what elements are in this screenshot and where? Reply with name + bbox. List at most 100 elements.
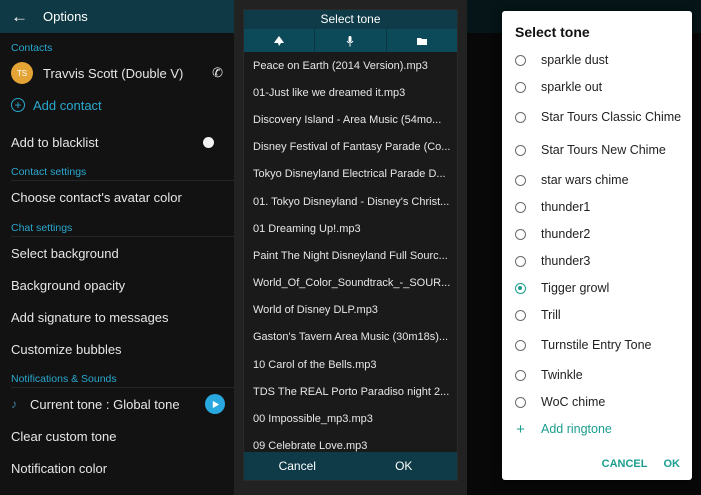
divider (11, 180, 234, 181)
ringtone-option-label: Trill (541, 308, 561, 322)
ringtone-option[interactable]: thunder3 (502, 248, 692, 275)
phone-icon[interactable]: ✆ (212, 65, 223, 81)
ringtone-option-label: Star Tours New Chime (541, 143, 666, 157)
ringtone-option-label: sparkle dust (541, 53, 609, 67)
tone-file-item[interactable]: Tokyo Disneyland Electrical Parade D... (244, 161, 457, 188)
radio-icon[interactable] (515, 55, 526, 66)
tab-bell[interactable] (244, 29, 316, 52)
tone-source-tabs (244, 29, 457, 52)
ringtone-option[interactable]: Twinkle (502, 362, 692, 389)
ok-button[interactable]: OK (664, 458, 681, 470)
ringtone-option[interactable]: WoC chime (502, 389, 692, 416)
ringtone-option[interactable]: thunder2 (502, 221, 692, 248)
tab-mic[interactable] (315, 29, 387, 52)
contact-name: Travvis Scott (Double V) (43, 65, 184, 81)
tone-picker-title: Select tone (244, 10, 457, 29)
select-background-label: Select background (11, 245, 119, 261)
ringtone-panel: Select tone sparkle dust sparkle out Star … (467, 0, 701, 495)
contact-row[interactable]: TS Travvis Scott (Double V) ✆ (0, 61, 234, 85)
ringtone-option[interactable]: Trill (502, 302, 692, 329)
ringtone-option[interactable]: sparkle out (502, 74, 692, 101)
ringtone-option[interactable]: Turnstile Entry Tone (502, 329, 692, 362)
ringtone-option[interactable]: Star Tours New Chime (502, 134, 692, 167)
ringtone-dialog-title: Select tone (515, 24, 590, 40)
play-icon[interactable] (205, 394, 225, 414)
ringtone-option[interactable]: star wars chime (502, 167, 692, 194)
tone-file-item[interactable]: World of Disney DLP.mp3 (244, 297, 457, 324)
add-ringtone-label: Add ringtone (541, 422, 612, 436)
tone-file-item[interactable]: 01 Dreaming Up!.mp3 (244, 215, 457, 242)
radio-icon[interactable] (515, 145, 526, 156)
avatar-color-label: Choose contact's avatar color (11, 189, 182, 205)
clear-tone-row[interactable]: Clear custom tone (0, 427, 234, 445)
add-signature-row[interactable]: Add signature to messages (0, 308, 234, 326)
tone-file-item[interactable]: Disney Festival of Fantasy Parade (Co... (244, 134, 457, 161)
ringtone-option[interactable]: thunder1 (502, 194, 692, 221)
add-contact-label: Add contact (33, 97, 102, 113)
tone-file-item[interactable]: Discovery Island - Area Music (54mo... (244, 106, 457, 133)
notification-color-row[interactable]: Notification color (0, 459, 234, 477)
radio-icon[interactable] (515, 112, 526, 123)
tab-folder[interactable] (387, 29, 457, 52)
radio-icon[interactable] (515, 256, 526, 267)
clear-tone-label: Clear custom tone (11, 428, 117, 444)
avatar-color-row[interactable]: Choose contact's avatar color (0, 188, 234, 206)
radio-icon[interactable] (515, 202, 526, 213)
radio-icon[interactable] (515, 82, 526, 93)
ringtone-list: sparkle dust sparkle out Star Tours Classi… (502, 47, 692, 443)
radio-icon[interactable] (515, 370, 526, 381)
ringtone-option-label: star wars chime (541, 173, 629, 187)
background-opacity-label: Background opacity (11, 277, 126, 293)
ringtone-option-label: Tigger growl (541, 281, 610, 295)
chat-settings-header: Chat settings (11, 222, 73, 234)
blacklist-row[interactable]: Add to blacklist (0, 133, 234, 151)
radio-icon[interactable] (515, 340, 526, 351)
ringtone-option[interactable]: sparkle dust (502, 47, 692, 74)
ringtone-option-label: sparkle out (541, 80, 603, 94)
tone-file-item[interactable]: 10 Carol of the Bells.mp3 (244, 351, 457, 378)
ringtone-option-label: thunder1 (541, 200, 591, 214)
back-arrow-icon[interactable]: ← (11, 7, 31, 27)
tone-picker-buttons: Cancel OK (244, 452, 457, 480)
tone-file-item[interactable]: Gaston's Tavern Area Music (30m18s)... (244, 324, 457, 351)
ringtone-option-label: thunder3 (541, 254, 591, 268)
ringtone-option[interactable]: Tigger growl (502, 275, 692, 302)
cancel-button[interactable]: CANCEL (602, 458, 648, 470)
tone-file-list[interactable]: Peace on Earth (2014 Version).mp3 01-Just… (244, 52, 457, 455)
ringtone-option-label: WoC chime (541, 395, 606, 409)
radio-icon[interactable] (515, 397, 526, 408)
ok-button[interactable]: OK (351, 452, 458, 480)
background-opacity-row[interactable]: Background opacity (0, 276, 234, 294)
tone-file-item[interactable]: 00 Impossible_mp3.mp3 (244, 405, 457, 432)
current-tone-row[interactable]: ♪ Current tone : Global tone (0, 393, 234, 415)
divider (11, 387, 234, 388)
music-note-icon: ♪ (11, 397, 17, 411)
current-tone-label: Current tone : Global tone (30, 396, 180, 412)
customize-bubbles-row[interactable]: Customize bubbles (0, 340, 234, 358)
blacklist-label: Add to blacklist (11, 134, 99, 150)
ringtone-option[interactable]: Star Tours Classic Chime (502, 101, 692, 134)
tone-file-item[interactable]: Peace on Earth (2014 Version).mp3 (244, 52, 457, 79)
tone-file-item[interactable]: 01. Tokyo Disneyland - Disney's Christ..… (244, 188, 457, 215)
radio-selected-icon[interactable] (515, 283, 526, 294)
tone-file-item[interactable]: World_Of_Color_Soundtrack_-_SOUR... (244, 270, 457, 297)
divider (11, 236, 234, 237)
add-contact-button[interactable]: + Add contact (0, 96, 234, 114)
tone-file-item[interactable]: Paint The Night Disneyland Full Sourc... (244, 242, 457, 269)
tone-file-item[interactable]: 01-Just like we dreamed it.mp3 (244, 79, 457, 106)
tone-file-item[interactable]: TDS The REAL Porto Paradiso night 2... (244, 378, 457, 405)
ringtone-dialog: Select tone sparkle dust sparkle out Star … (502, 11, 692, 480)
options-app-bar: ← Options (0, 0, 234, 33)
radio-icon[interactable] (515, 310, 526, 321)
select-background-row[interactable]: Select background (0, 244, 234, 262)
ringtone-option-label: Twinkle (541, 368, 583, 382)
blacklist-toggle[interactable] (203, 136, 214, 148)
add-ringtone-button[interactable]: + Add ringtone (502, 416, 692, 443)
cancel-button[interactable]: Cancel (244, 452, 351, 480)
ringtone-dialog-actions: CANCEL OK (602, 458, 680, 470)
radio-icon[interactable] (515, 175, 526, 186)
tone-picker-dialog: Select tone Peace on Earth (2014 Version… (243, 9, 458, 481)
radio-icon[interactable] (515, 229, 526, 240)
options-panel: ← Options Contacts TS Travvis Scott (Dou… (0, 0, 234, 495)
add-circle-icon: + (11, 98, 25, 112)
